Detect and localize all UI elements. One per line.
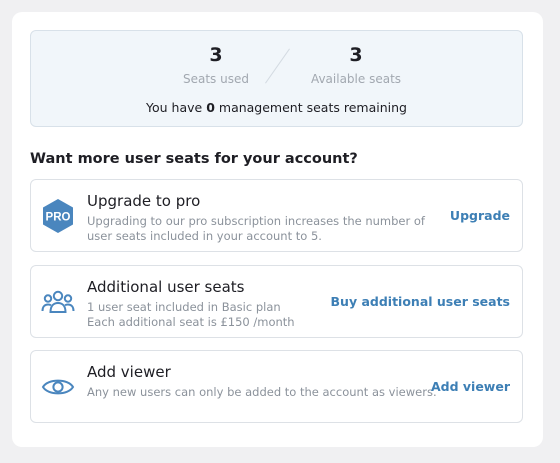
option-description: Any new users can only be added to the a… — [87, 385, 437, 399]
pro-badge-icon: PRO — [41, 199, 75, 233]
option-title: Add viewer — [87, 363, 171, 381]
available-seats-stat: 3 Available seats — [281, 43, 431, 86]
seats-card: 3 Seats used 3 Available seats You have … — [12, 12, 543, 447]
buy-additional-user-seats-link[interactable]: Buy additional user seats — [331, 266, 510, 337]
available-seats-value: 3 — [349, 44, 363, 66]
eye-icon — [41, 370, 75, 404]
seats-used-value: 3 — [209, 44, 223, 66]
option-title: Upgrade to pro — [87, 192, 201, 210]
add-viewer-link[interactable]: Add viewer — [431, 351, 510, 422]
option-title: Additional user seats — [87, 278, 245, 296]
upgrade-to-pro-option: PRO Upgrade to pro Upgrading to our pro … — [30, 179, 523, 252]
section-title: Want more user seats for your account? — [30, 151, 358, 167]
management-seats-remaining: You have 0 management seats remaining — [31, 100, 522, 115]
available-seats-label: Available seats — [310, 72, 402, 86]
additional-user-seats-option: Additional user seats 1 user seat includ… — [30, 265, 523, 338]
add-viewer-option: Add viewer Any new users can only be add… — [30, 350, 523, 423]
seats-summary-panel: 3 Seats used 3 Available seats You have … — [30, 30, 523, 127]
option-description: Upgrading to our pro subscription increa… — [87, 214, 425, 243]
users-group-icon — [41, 285, 75, 319]
remaining-prefix: You have — [146, 100, 203, 115]
remaining-suffix: management seats remaining — [218, 100, 407, 115]
upgrade-link[interactable]: Upgrade — [450, 180, 510, 251]
remaining-count: 0 — [206, 100, 215, 115]
svg-text:PRO: PRO — [46, 212, 71, 224]
